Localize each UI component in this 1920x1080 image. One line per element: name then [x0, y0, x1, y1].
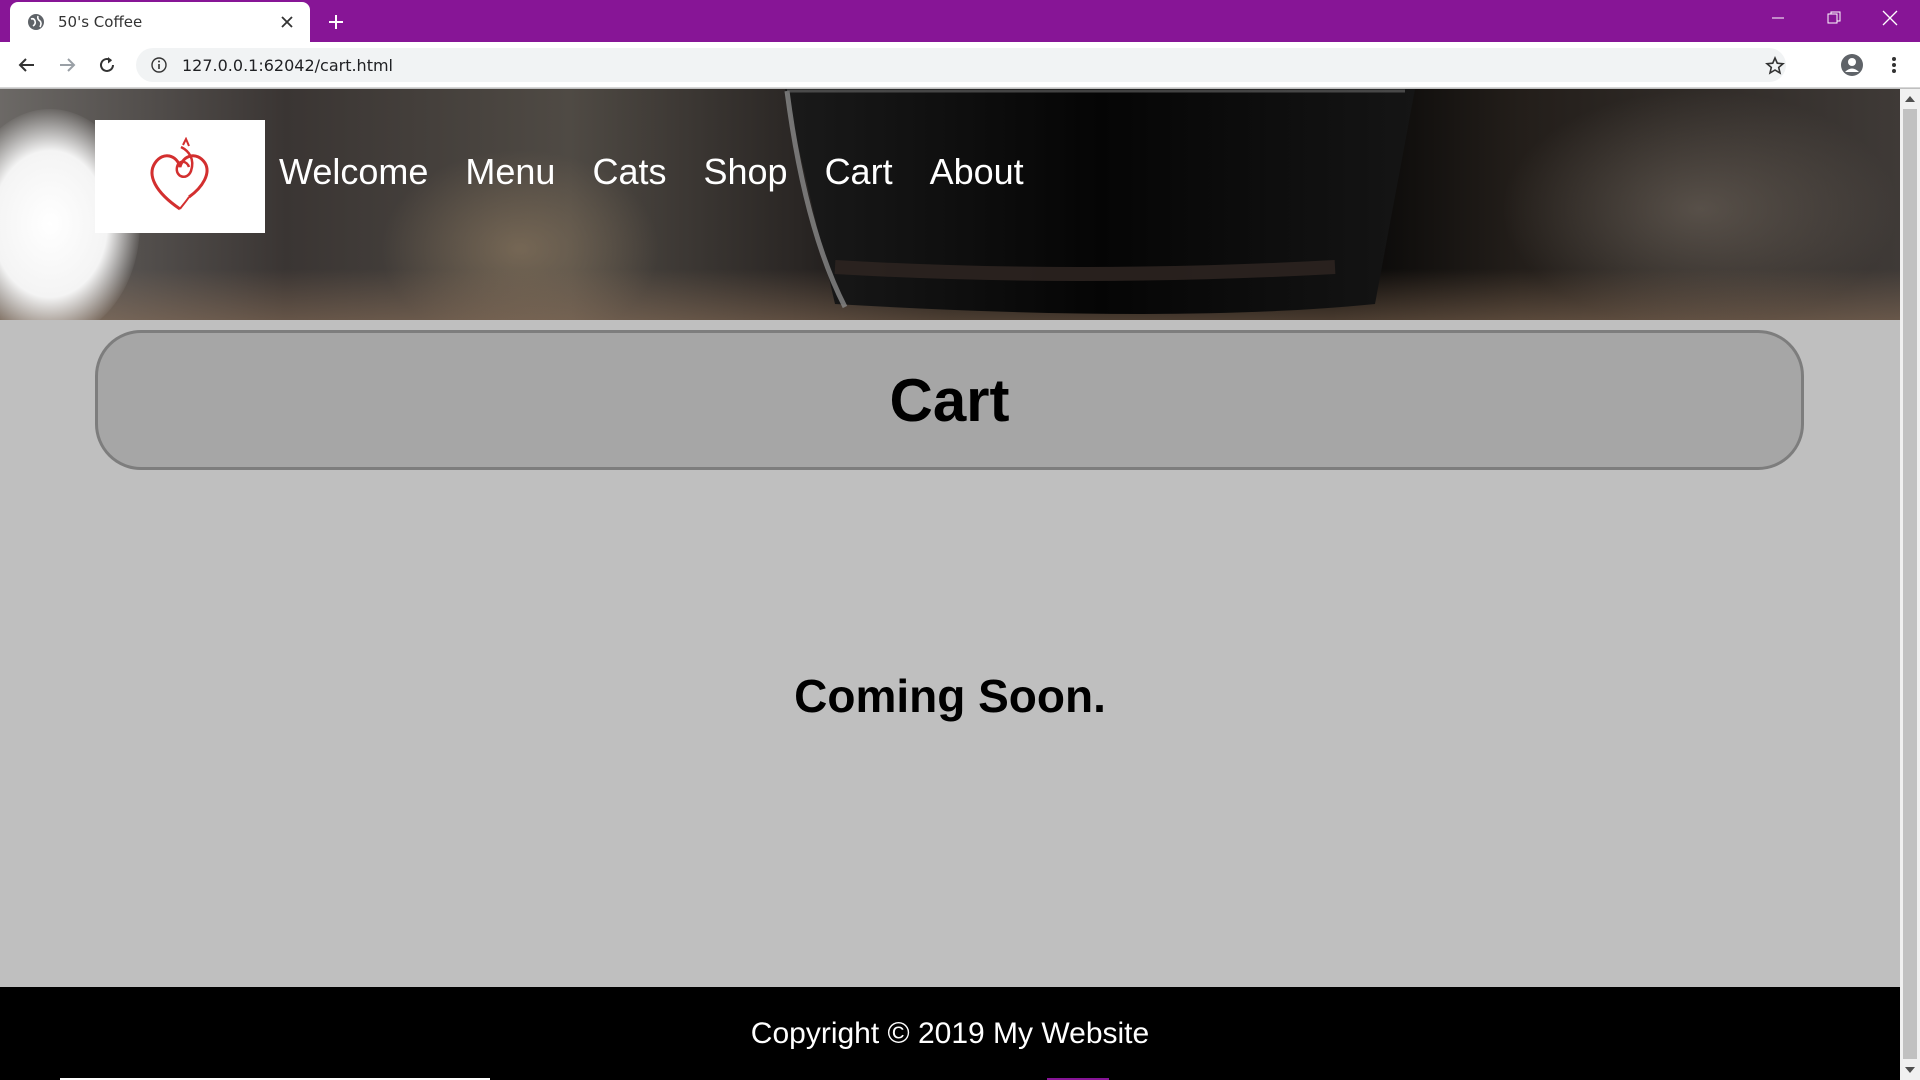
browser-toolbar: 127.0.0.1:62042/cart.html	[0, 42, 1920, 88]
scrollbar-thumb[interactable]	[1903, 109, 1917, 1059]
nav-cart[interactable]: Cart	[825, 146, 893, 198]
info-icon[interactable]	[148, 54, 170, 76]
kebab-menu-icon[interactable]	[1880, 51, 1908, 79]
globe-icon	[26, 12, 46, 32]
page-title: Cart	[889, 366, 1010, 434]
main-nav: Welcome Menu Cats Shop Cart About	[279, 146, 1061, 198]
nav-shop[interactable]: Shop	[703, 146, 787, 198]
close-icon[interactable]	[276, 11, 298, 33]
page-scrollbar[interactable]	[1900, 89, 1920, 1080]
nav-menu[interactable]: Menu	[465, 146, 555, 198]
hero-header: Welcome Menu Cats Shop Cart About	[0, 89, 1900, 320]
star-icon[interactable]	[1764, 55, 1786, 77]
cat-heart-logo	[150, 136, 209, 210]
close-window-icon[interactable]	[1862, 0, 1918, 36]
restore-icon[interactable]	[1806, 0, 1862, 36]
tab-title: 50's Coffee	[58, 13, 143, 31]
back-arrow-icon[interactable]	[13, 51, 41, 79]
browser-tab[interactable]: 50's Coffee	[10, 2, 310, 42]
site-logo[interactable]	[95, 120, 265, 233]
nav-about[interactable]: About	[930, 146, 1024, 198]
site-footer: Copyright © 2019 My Website	[0, 987, 1900, 1080]
nav-cats[interactable]: Cats	[592, 146, 666, 198]
scroll-up-icon[interactable]	[1904, 93, 1916, 105]
scroll-down-icon[interactable]	[1904, 1064, 1916, 1076]
page-viewport: Welcome Menu Cats Shop Cart About Cart C…	[0, 89, 1900, 1080]
copyright-text: Copyright © 2019 My Website	[750, 1016, 1150, 1050]
nav-welcome[interactable]: Welcome	[279, 146, 428, 198]
forward-arrow-icon[interactable]	[53, 51, 81, 79]
plus-icon[interactable]	[322, 8, 350, 36]
browser-tab-strip: 50's Coffee	[0, 0, 1920, 42]
coming-soon-message: Coming Soon.	[794, 670, 1106, 722]
url-text: 127.0.0.1:62042/cart.html	[182, 55, 393, 75]
coffee-cup-image	[784, 89, 1415, 314]
minimize-icon[interactable]	[1750, 0, 1806, 36]
reload-icon[interactable]	[93, 51, 121, 79]
page-title-banner: Cart	[95, 330, 1804, 470]
address-bar[interactable]: 127.0.0.1:62042/cart.html	[136, 48, 1786, 82]
account-icon[interactable]	[1838, 51, 1866, 79]
